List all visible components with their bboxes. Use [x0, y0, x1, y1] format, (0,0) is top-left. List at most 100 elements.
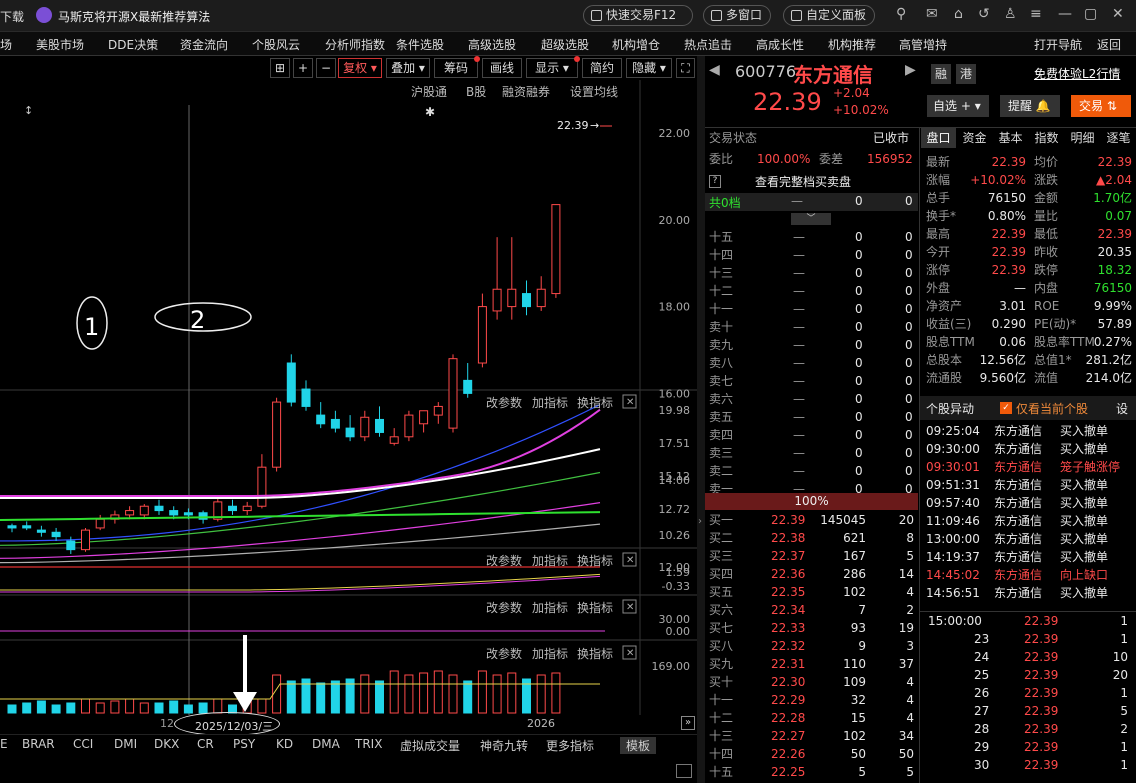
custom-panel-button[interactable]: 自定义面板 — [783, 5, 875, 26]
multi-window-button[interactable]: 多窗口 — [703, 5, 771, 26]
next-stock-icon[interactable]: ▶ — [905, 62, 916, 78]
buy-level-row[interactable]: 买九 22.31 110 37 — [705, 655, 918, 673]
zoom-out-button[interactable]: − — [316, 58, 336, 78]
watchlist-button[interactable]: 自选 + ▾ — [927, 95, 989, 117]
quick-trade-button[interactable]: 快速交易F12 — [583, 5, 693, 26]
search-icon[interactable]: ⚲ — [896, 6, 906, 22]
collapse-arrow-icon[interactable]: › — [698, 516, 702, 527]
fuquan-button[interactable]: 复权 ▾ — [338, 58, 382, 78]
buy-level-row[interactable]: 买六 22.34 7 2 — [705, 601, 918, 619]
buy-level-row[interactable]: 十四 22.26 50 50 — [705, 745, 918, 763]
menu-item[interactable]: 条件选股 — [396, 36, 444, 53]
detail-tab[interactable]: 资金 — [957, 128, 992, 148]
menu-item[interactable]: 机构增仓 — [612, 36, 660, 53]
hk-badge[interactable]: 港 — [956, 64, 976, 84]
buy-level-row[interactable]: 十一 22.29 32 4 — [705, 691, 918, 709]
draw-line-button[interactable]: 画线 — [482, 58, 522, 78]
menu-item[interactable]: 超级选股 — [541, 36, 589, 53]
event-row[interactable]: 09:57:40 东方通信 买入撤单 — [926, 494, 1134, 512]
mail-icon[interactable]: ✉ — [926, 6, 938, 22]
detail-tab[interactable]: 明细 — [1065, 128, 1100, 148]
detail-tab[interactable]: 基本 — [993, 128, 1028, 148]
scroll-right-icon[interactable]: » — [681, 716, 695, 730]
alert-button[interactable]: 提醒 🔔 — [1000, 95, 1060, 117]
sell-level-row[interactable]: 卖二 — 0 0 — [705, 462, 918, 480]
sell-level-row[interactable]: 卖七 — 0 0 — [705, 372, 918, 390]
detail-tab[interactable]: 盘口 — [921, 128, 956, 148]
sell-level-row[interactable]: 十四 — 0 0 — [705, 246, 918, 264]
menu-item[interactable]: 高级选股 — [468, 36, 516, 53]
buy-level-row[interactable]: 买四 22.36 286 14 — [705, 565, 918, 583]
indicator-tab[interactable]: DKX — [154, 737, 179, 751]
settings-button[interactable]: 设 — [1116, 400, 1128, 417]
menu-icon[interactable]: ≡ — [1030, 6, 1042, 22]
sell-level-row[interactable]: 卖四 — 0 0 — [705, 426, 918, 444]
close-icon[interactable]: ✕ — [1112, 6, 1124, 22]
event-row[interactable]: 14:19:37 东方通信 买入撤单 — [926, 548, 1134, 566]
minimize-icon[interactable]: — — [1058, 6, 1072, 22]
margin-badge[interactable]: 融 — [931, 64, 951, 84]
sell-level-row[interactable]: 卖十 — 0 0 — [705, 318, 918, 336]
buy-level-row[interactable]: 买十 22.30 109 4 — [705, 673, 918, 691]
sell-level-row[interactable]: 卖九 — 0 0 — [705, 336, 918, 354]
sell-level-row[interactable]: 十一 — 0 0 — [705, 300, 918, 318]
buy-level-row[interactable]: 买八 22.32 9 3 — [705, 637, 918, 655]
sell-level-row[interactable]: 卖八 — 0 0 — [705, 354, 918, 372]
indicator-tab[interactable]: CR — [197, 737, 214, 751]
event-row[interactable]: 09:30:01 东方通信 笼子触涨停 — [926, 458, 1134, 476]
maximize-icon[interactable]: ▢ — [1084, 6, 1097, 22]
sell-level-row[interactable]: 卖五 — 0 0 — [705, 408, 918, 426]
simple-button[interactable]: 简约 — [582, 58, 622, 78]
event-row[interactable]: 09:51:31 东方通信 买入撤单 — [926, 476, 1134, 494]
indicator-tab[interactable]: PSY — [233, 737, 255, 751]
zoom-in-button[interactable]: + — [293, 58, 313, 78]
menu-item[interactable]: 机构推荐 — [828, 36, 876, 53]
menu-item[interactable]: 分析师指数 — [325, 36, 385, 53]
home-icon[interactable]: ⌂ — [954, 6, 963, 22]
event-row[interactable]: 14:56:51 东方通信 买入撤单 — [926, 584, 1134, 602]
indicator-tab[interactable]: DMI — [114, 737, 137, 751]
menu-item[interactable]: 打开导航 — [1034, 36, 1082, 53]
buy-level-row[interactable]: 十二 22.28 15 4 — [705, 709, 918, 727]
menu-item[interactable]: DDE决策 — [108, 36, 158, 53]
sell-level-row[interactable]: 十三 — 0 0 — [705, 264, 918, 282]
indicator-tab[interactable]: BRAR — [22, 737, 55, 751]
chart-area[interactable]: 22.00 20.00 18.00 16.00 14.00 12.00 22.39 → 沪股通 B… — [0, 80, 697, 715]
buy-level-row[interactable]: 买一 22.39 145045 20 — [705, 511, 918, 529]
indicator-tab[interactable]: CCI — [73, 737, 93, 751]
sell-level-row[interactable]: 卖三 — 0 0 — [705, 444, 918, 462]
event-row[interactable]: 09:30:00 东方通信 买入撤单 — [926, 440, 1134, 458]
fullscreen-icon[interactable]: ⛶ — [676, 58, 695, 78]
chips-button[interactable]: 筹码 — [434, 56, 480, 78]
l2-trial-link[interactable]: 免费体验L2行情 — [1034, 65, 1120, 82]
indicator-tab[interactable]: TRIX — [355, 737, 382, 751]
menu-item[interactable]: 个股风云 — [252, 36, 300, 53]
indicator-tab[interactable]: 虚拟成交量 — [400, 737, 460, 754]
prev-stock-icon[interactable]: ◀ — [709, 62, 720, 78]
indicator-tab[interactable]: 神奇九转 — [480, 737, 528, 754]
shirt-icon[interactable]: ♙ — [1004, 6, 1017, 22]
menu-item[interactable]: 场 — [0, 36, 12, 53]
event-row[interactable]: 11:09:46 东方通信 买入撤单 — [926, 512, 1134, 530]
indicator-tab[interactable]: 模板 — [620, 737, 657, 754]
event-row[interactable]: 14:45:02 东方通信 向上缺口 — [926, 566, 1134, 584]
buy-level-row[interactable]: 十五 22.25 5 5 — [705, 763, 918, 781]
display-button[interactable]: 显示 ▾ — [526, 56, 580, 78]
overlay-button[interactable]: 叠加 ▾ — [386, 58, 430, 78]
lock-icon[interactable]: ⊞ — [270, 58, 290, 78]
splitter[interactable]: › — [697, 56, 705, 783]
indicator-tab[interactable]: DMA — [312, 737, 340, 751]
download-label[interactable]: 下载 — [0, 8, 24, 25]
menu-item[interactable]: 返回 — [1097, 36, 1121, 53]
full-book-link[interactable]: ? 查看完整档买卖盘 — [709, 173, 914, 191]
menu-item[interactable]: 美股市场 — [36, 36, 84, 53]
menu-item[interactable]: 热点追击 — [684, 36, 732, 53]
indicator-tab[interactable]: KD — [276, 737, 293, 751]
toggle-panel-icon[interactable] — [676, 764, 692, 778]
back-icon[interactable]: ↺ — [978, 6, 990, 22]
sell-level-row[interactable]: 十五 — 0 0 — [705, 228, 918, 246]
event-row[interactable]: 13:00:00 东方通信 买入撤单 — [926, 530, 1134, 548]
buy-level-row[interactable]: 十三 22.27 102 34 — [705, 727, 918, 745]
hide-button[interactable]: 隐藏 ▾ — [626, 58, 672, 78]
sell-level-row[interactable]: 十二 — 0 0 — [705, 282, 918, 300]
